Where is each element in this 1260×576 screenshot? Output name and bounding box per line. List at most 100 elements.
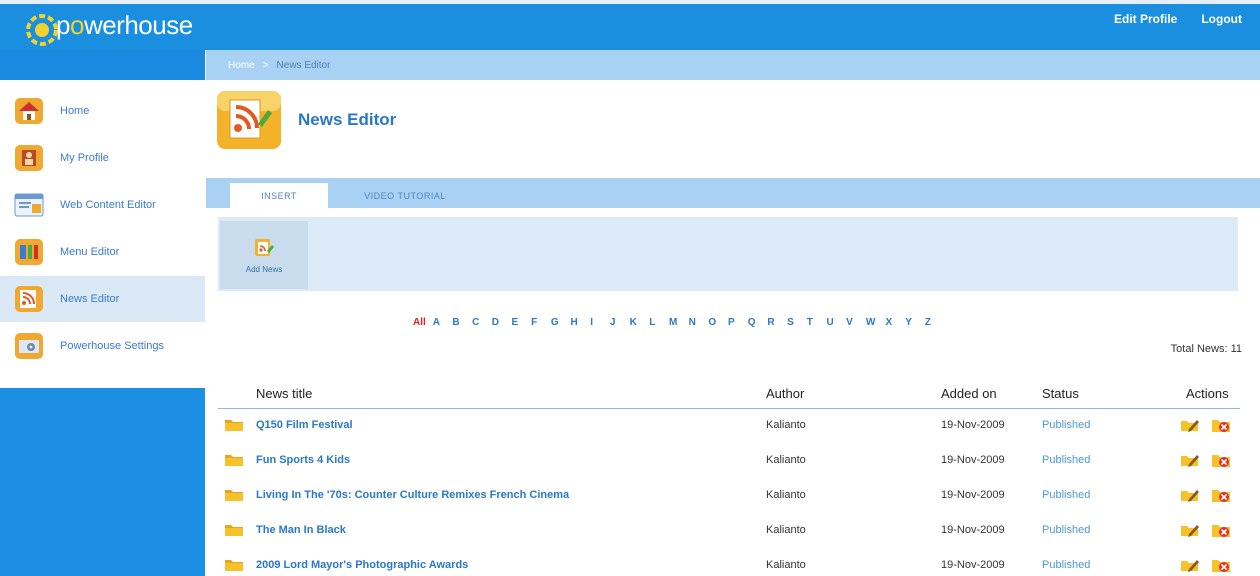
sidebar-item-powerhouse-settings[interactable]: Powerhouse Settings — [0, 323, 205, 369]
menu-editor-icon — [14, 238, 44, 266]
tab-insert[interactable]: INSERT — [230, 183, 328, 208]
letter-filter-h[interactable]: H — [571, 317, 591, 328]
news-status[interactable]: Published — [1042, 489, 1090, 501]
news-added-on: 19-Nov-2009 — [941, 454, 1005, 466]
edit-icon[interactable] — [1180, 417, 1200, 433]
table-row[interactable]: The Man In Black Kalianto 19-Nov-2009 Publi… — [218, 514, 1240, 549]
news-author: Kalianto — [766, 559, 806, 571]
delete-icon[interactable] — [1211, 416, 1231, 434]
letter-filter-u[interactable]: U — [826, 317, 846, 328]
sidebar-item-label: Web Content Editor — [60, 199, 156, 211]
delete-icon[interactable] — [1211, 451, 1231, 469]
sidebar-item-label: News Editor — [60, 293, 120, 305]
settings-icon — [14, 332, 44, 360]
letter-filter-l[interactable]: L — [649, 317, 669, 328]
column-header-news-title[interactable]: News title — [256, 386, 312, 401]
breadcrumb-home-link[interactable]: Home — [228, 60, 255, 71]
sidebar-item-web-content-editor[interactable]: Web Content Editor — [0, 182, 205, 228]
edit-icon[interactable] — [1180, 557, 1200, 573]
table-row[interactable]: 2009 Lord Mayor's Photographic Awards Kal… — [218, 549, 1240, 576]
table-row[interactable]: Living In The '70s: Counter Culture Remi… — [218, 479, 1240, 514]
column-header-status[interactable]: Status — [1042, 386, 1079, 401]
sidebar-item-home[interactable]: Home — [0, 88, 205, 134]
tab-video-tutorial[interactable]: VIDEO TUTORIAL — [350, 183, 460, 208]
letter-filter-p[interactable]: P — [728, 317, 748, 328]
news-added-on: 19-Nov-2009 — [941, 419, 1005, 431]
folder-icon — [224, 557, 244, 572]
letter-filter-f[interactable]: F — [531, 317, 551, 328]
toolbar-panel: Add News — [218, 217, 1238, 291]
delete-icon[interactable] — [1211, 486, 1231, 504]
letter-filter-g[interactable]: G — [551, 317, 571, 328]
letter-filter: All A B C D E F G H I J K L M N O P Q R S T U V W X Y Z — [413, 317, 945, 328]
news-author: Kalianto — [766, 489, 806, 501]
folder-icon — [224, 417, 244, 432]
letter-filter-all[interactable]: All — [413, 317, 433, 328]
top-links: Edit Profile Logout — [1114, 12, 1242, 26]
news-added-on: 19-Nov-2009 — [941, 489, 1005, 501]
table-row[interactable]: Q150 Film Festival Kalianto 19-Nov-2009 Pub… — [218, 409, 1240, 444]
edit-icon[interactable] — [1180, 522, 1200, 538]
top-header: powerhouse Edit Profile Logout — [0, 0, 1260, 50]
letter-filter-d[interactable]: D — [492, 317, 512, 328]
letter-filter-c[interactable]: C — [472, 317, 492, 328]
add-news-icon — [255, 238, 274, 256]
letter-filter-i[interactable]: I — [590, 317, 610, 328]
folder-icon — [224, 522, 244, 537]
sidebar-item-my-profile[interactable]: My Profile — [0, 135, 205, 181]
folder-icon — [224, 452, 244, 467]
news-status[interactable]: Published — [1042, 419, 1090, 431]
web-content-icon — [14, 191, 44, 219]
news-status[interactable]: Published — [1042, 454, 1090, 466]
delete-icon[interactable] — [1211, 521, 1231, 539]
column-header-added-on[interactable]: Added on — [941, 386, 997, 401]
letter-filter-w[interactable]: W — [866, 317, 886, 328]
delete-icon[interactable] — [1211, 556, 1231, 574]
letter-filter-j[interactable]: J — [610, 317, 630, 328]
news-author: Kalianto — [766, 454, 806, 466]
news-table: News title Author Added on Status Action… — [218, 382, 1240, 576]
letter-filter-v[interactable]: V — [846, 317, 866, 328]
letter-filter-k[interactable]: K — [630, 317, 650, 328]
news-title-link[interactable]: Q150 Film Festival — [256, 419, 353, 431]
home-icon — [14, 97, 44, 125]
edit-profile-link[interactable]: Edit Profile — [1114, 12, 1177, 26]
letter-filter-e[interactable]: E — [511, 317, 531, 328]
letter-filter-q[interactable]: Q — [748, 317, 768, 328]
news-title-link[interactable]: 2009 Lord Mayor's Photographic Awards — [256, 559, 468, 571]
sidebar-top-strip — [0, 50, 205, 80]
letter-filter-o[interactable]: O — [708, 317, 728, 328]
letter-filter-n[interactable]: N — [689, 317, 709, 328]
letter-filter-y[interactable]: Y — [905, 317, 925, 328]
column-header-author[interactable]: Author — [766, 386, 804, 401]
letter-filter-z[interactable]: Z — [925, 317, 945, 328]
letter-filter-b[interactable]: B — [452, 317, 472, 328]
news-status[interactable]: Published — [1042, 524, 1090, 536]
letter-filter-m[interactable]: M — [669, 317, 689, 328]
news-author: Kalianto — [766, 524, 806, 536]
letter-filter-x[interactable]: X — [886, 317, 906, 328]
sidebar-item-label: Home — [60, 105, 90, 117]
breadcrumb: Home > News Editor — [206, 50, 1260, 80]
edit-icon[interactable] — [1180, 452, 1200, 468]
news-title-link[interactable]: Living In The '70s: Counter Culture Remi… — [256, 489, 569, 501]
news-title-link[interactable]: The Man In Black — [256, 524, 346, 536]
sidebar-item-menu-editor[interactable]: Menu Editor — [0, 229, 205, 275]
news-feed-icon — [217, 91, 281, 149]
table-body: Q150 Film Festival Kalianto 19-Nov-2009 Pub… — [218, 409, 1240, 576]
sidebar-nav: Home My Profile Web Content Editor Menu … — [0, 80, 205, 388]
table-header: News title Author Added on Status Action… — [218, 382, 1240, 409]
table-row[interactable]: Fun Sports 4 Kids Kalianto 19-Nov-2009 Publ… — [218, 444, 1240, 479]
letter-filter-a[interactable]: A — [433, 317, 453, 328]
add-news-button[interactable]: Add News — [220, 221, 308, 289]
letter-filter-s[interactable]: S — [787, 317, 807, 328]
letter-filter-r[interactable]: R — [767, 317, 787, 328]
logout-link[interactable]: Logout — [1201, 12, 1242, 26]
news-status[interactable]: Published — [1042, 559, 1090, 571]
sidebar-item-news-editor[interactable]: News Editor — [0, 276, 205, 322]
total-news-count: Total News: 11 — [1170, 343, 1242, 355]
sidebar-item-label: My Profile — [60, 152, 109, 164]
edit-icon[interactable] — [1180, 487, 1200, 503]
letter-filter-t[interactable]: T — [807, 317, 827, 328]
news-title-link[interactable]: Fun Sports 4 Kids — [256, 454, 350, 466]
